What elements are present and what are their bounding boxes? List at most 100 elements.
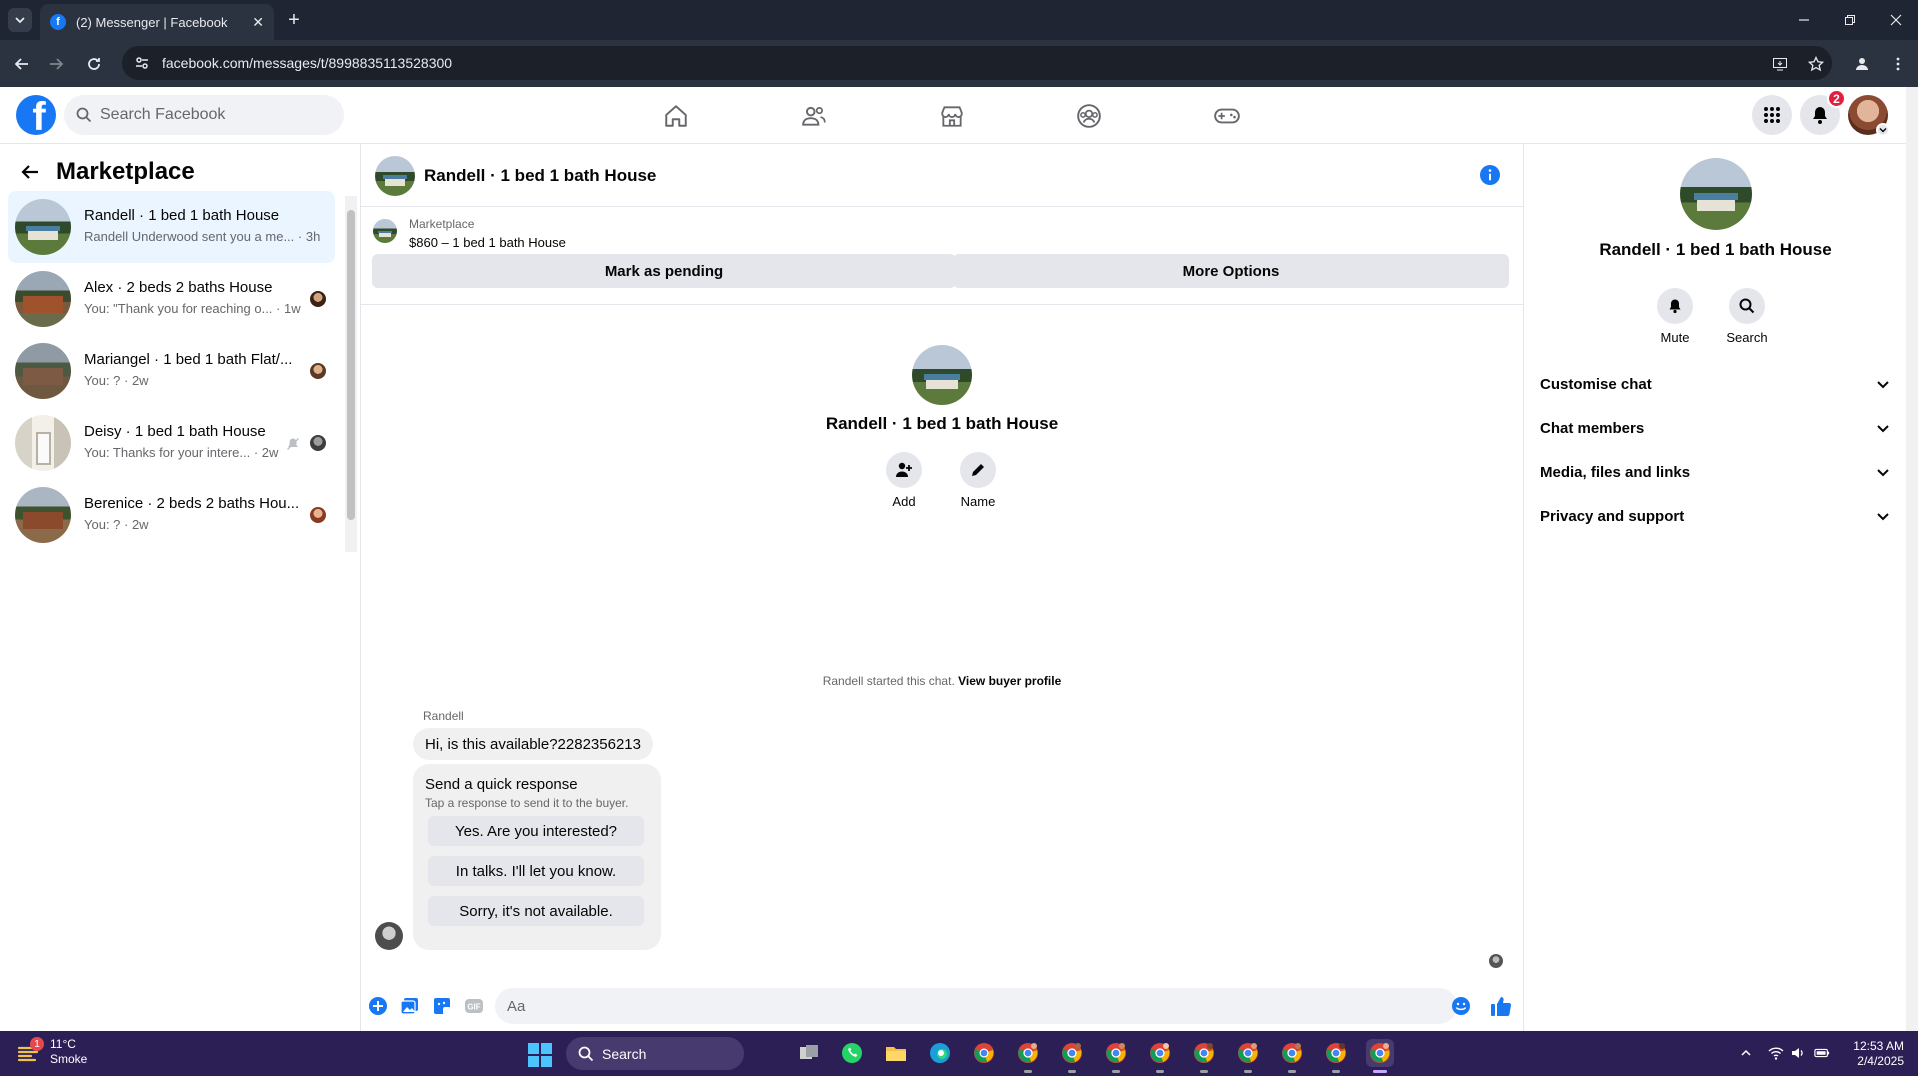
- facebook-search-input[interactable]: Search Facebook: [64, 95, 344, 135]
- chrome-icon[interactable]: [970, 1039, 998, 1067]
- info-icon[interactable]: [1479, 164, 1501, 186]
- chrome-profile-icon[interactable]: [1190, 1039, 1218, 1073]
- more-actions-button[interactable]: [366, 994, 390, 1018]
- restore-icon: [1845, 15, 1855, 25]
- minimize-button[interactable]: [1790, 8, 1818, 32]
- listing-price[interactable]: $860 – 1 bed 1 bath House: [409, 235, 566, 250]
- file-explorer-icon[interactable]: [882, 1039, 910, 1067]
- started-text: Randell started this chat.: [822, 674, 955, 688]
- chat-title[interactable]: Randell · 1 bed 1 bath House: [424, 166, 656, 186]
- intro-avatar: [912, 345, 972, 405]
- chrome-profile-icon[interactable]: [1102, 1039, 1130, 1073]
- restore-button[interactable]: [1836, 8, 1864, 32]
- back-arrow-icon[interactable]: [20, 162, 40, 182]
- back-button[interactable]: [10, 52, 34, 76]
- chevron-down-icon: [1877, 513, 1889, 521]
- attach-media-button[interactable]: [398, 994, 422, 1018]
- reload-button[interactable]: [82, 52, 106, 76]
- volume-icon[interactable]: [1790, 1045, 1806, 1061]
- nav-marketplace[interactable]: [896, 87, 1008, 144]
- view-buyer-profile-link[interactable]: View buyer profile: [958, 674, 1061, 688]
- page-scrollbar[interactable]: [1906, 87, 1918, 1031]
- edit-name-action[interactable]: Name: [948, 452, 1008, 509]
- close-window-button[interactable]: [1882, 8, 1910, 32]
- conversation-list-scrollbar[interactable]: [345, 196, 357, 552]
- sender-avatar[interactable]: [375, 922, 403, 950]
- more-options-button[interactable]: More Options: [953, 254, 1509, 288]
- conversation-item[interactable]: Alex · 2 beds 2 baths House You: "Thank …: [8, 263, 335, 335]
- battery-icon[interactable]: [1814, 1045, 1830, 1061]
- privacy-support-section[interactable]: Privacy and support: [1540, 498, 1890, 534]
- chrome-profile-icon[interactable]: [1322, 1039, 1350, 1073]
- chrome-profile-icon[interactable]: [1234, 1039, 1262, 1073]
- system-clock[interactable]: 12:53 AM 2/4/2025: [1846, 1039, 1904, 1069]
- windows-taskbar: 1 11°C Smoke Search 12:53 AM 2/4/2025: [0, 1031, 1918, 1076]
- forward-button[interactable]: [44, 52, 68, 76]
- address-bar[interactable]: facebook.com/messages/t/8998835113528300: [122, 46, 1832, 80]
- customise-chat-section[interactable]: Customise chat: [1540, 366, 1890, 402]
- start-button[interactable]: [528, 1043, 552, 1067]
- mark-as-pending-button[interactable]: Mark as pending: [372, 254, 956, 288]
- nav-groups[interactable]: [1033, 87, 1145, 144]
- chrome-profile-icon[interactable]: [1146, 1039, 1174, 1073]
- nav-friends[interactable]: [758, 87, 870, 144]
- search-label: Search: [1726, 330, 1768, 345]
- svg-text:GIF: GIF: [467, 1003, 480, 1012]
- chrome-profile-icon[interactable]: [1278, 1039, 1306, 1073]
- nav-gaming[interactable]: [1171, 87, 1283, 144]
- whatsapp-icon[interactable]: [838, 1039, 866, 1067]
- bell-icon: [1669, 299, 1681, 314]
- install-app-button[interactable]: [1768, 52, 1792, 76]
- weather-widget[interactable]: 1 11°C Smoke: [16, 1037, 87, 1067]
- gif-button[interactable]: GIF: [462, 994, 486, 1018]
- task-view-icon[interactable]: [795, 1039, 823, 1067]
- chevron-up-icon[interactable]: [1738, 1045, 1754, 1061]
- scrollbar-thumb[interactable]: [347, 210, 355, 520]
- chat-avatar[interactable]: [375, 156, 415, 196]
- tab-search-button[interactable]: [8, 8, 32, 32]
- search-icon: [76, 107, 92, 123]
- conversation-item[interactable]: Mariangel · 1 bed 1 bath Flat/... You: ?…: [8, 335, 335, 407]
- edge-icon[interactable]: [926, 1039, 954, 1067]
- bookmark-button[interactable]: [1804, 52, 1828, 76]
- listing-thumbnail: [373, 219, 397, 243]
- message-input[interactable]: Aa: [495, 988, 1457, 1024]
- browser-toolbar: facebook.com/messages/t/8998835113528300: [0, 40, 1918, 87]
- quick-response-option[interactable]: Sorry, it's not available.: [428, 896, 644, 926]
- chrome-profile-icon[interactable]: [1366, 1039, 1394, 1073]
- close-tab-icon[interactable]: ✕: [252, 14, 264, 31]
- chrome-profile-icon[interactable]: [1058, 1039, 1086, 1073]
- add-people-action[interactable]: Add: [874, 452, 934, 509]
- menu-button[interactable]: [1752, 95, 1792, 135]
- notifications-button[interactable]: 2: [1800, 89, 1846, 135]
- account-avatar[interactable]: [1848, 95, 1890, 137]
- friends-icon: [802, 106, 826, 126]
- home-icon: [665, 104, 687, 127]
- chrome-profile-icon[interactable]: [1014, 1039, 1042, 1073]
- like-button[interactable]: [1489, 994, 1513, 1018]
- browser-tab-bar: f (2) Messenger | Facebook ✕ +: [0, 0, 1918, 40]
- taskbar-search[interactable]: Search: [566, 1037, 744, 1070]
- profile-button[interactable]: [1850, 52, 1874, 76]
- search-in-chat-action[interactable]: Search: [1717, 288, 1777, 345]
- chat-members-section[interactable]: Chat members: [1540, 410, 1890, 446]
- facebook-logo[interactable]: f: [16, 95, 56, 135]
- message-bubble[interactable]: Hi, is this available?2282356213: [413, 728, 653, 760]
- conversation-item[interactable]: Berenice · 2 beds 2 baths Hou... You: ? …: [8, 479, 335, 551]
- browser-tab[interactable]: f (2) Messenger | Facebook ✕: [40, 4, 274, 40]
- emoji-button[interactable]: [1449, 994, 1473, 1018]
- quick-response-option[interactable]: Yes. Are you interested?: [428, 816, 644, 846]
- sticker-button[interactable]: [430, 994, 454, 1018]
- emoji-icon: [1452, 997, 1470, 1015]
- media-files-links-section[interactable]: Media, files and links: [1540, 454, 1890, 490]
- search-placeholder: Search Facebook: [100, 106, 226, 123]
- bell-icon: [1813, 107, 1827, 124]
- conversation-item[interactable]: Deisy · 1 bed 1 bath House You: Thanks f…: [8, 407, 335, 479]
- nav-home[interactable]: [620, 87, 732, 144]
- browser-menu-button[interactable]: [1886, 52, 1910, 76]
- wifi-icon[interactable]: [1768, 1045, 1784, 1061]
- conversation-item[interactable]: Randell · 1 bed 1 bath House Randell Und…: [8, 191, 335, 263]
- mute-action[interactable]: Mute: [1645, 288, 1705, 345]
- quick-response-option[interactable]: In talks. I'll let you know.: [428, 856, 644, 886]
- new-tab-button[interactable]: +: [282, 8, 306, 32]
